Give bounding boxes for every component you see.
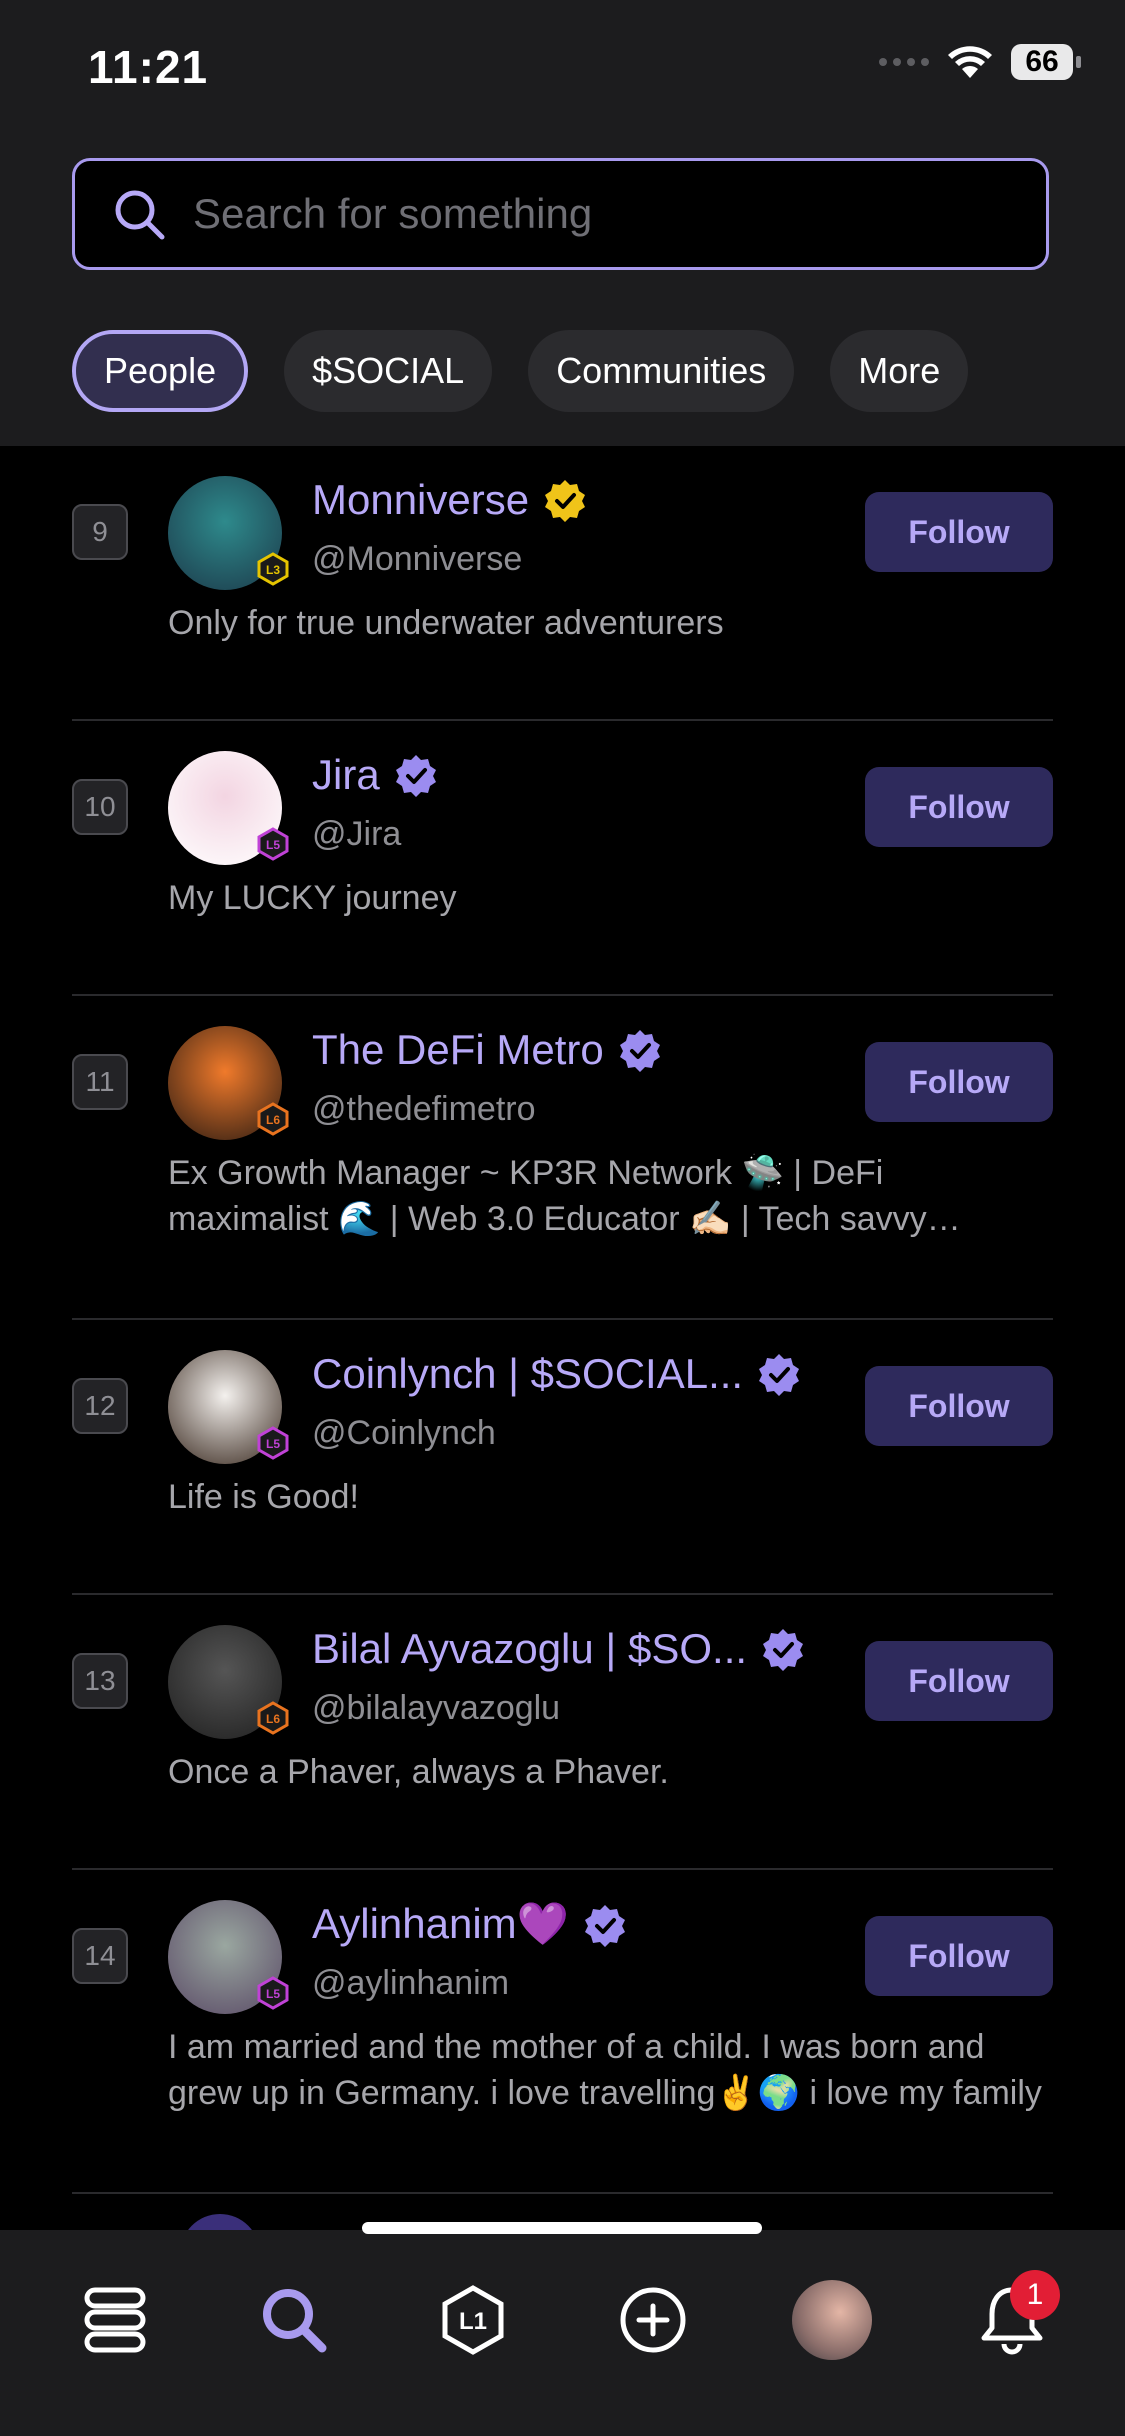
follow-button[interactable]: Follow <box>865 1366 1053 1446</box>
user-handle: @bilalayvazoglu <box>312 1689 561 1727</box>
follow-button[interactable]: Follow <box>865 492 1053 572</box>
chip-people[interactable]: People <box>72 330 249 412</box>
svg-text:L5: L5 <box>266 838 280 852</box>
bottom-tab-bar: L1 1 <box>0 2230 1125 2436</box>
display-name[interactable]: Coinlynch | $SOCIAL... <box>312 1350 743 1398</box>
tab-search[interactable] <box>244 2270 344 2370</box>
level-badge-icon: L6 <box>256 1102 290 1136</box>
rank-badge: 13 <box>72 1653 128 1709</box>
list-item[interactable]: 12 L5 Coinlynch | $SOCIAL... @Coinlynch … <box>72 1320 1053 1595</box>
name-line: Bilal Ayvazoglu | $SO... <box>312 1625 805 1673</box>
user-handle: @Monniverse <box>312 540 523 578</box>
user-handle: @aylinhanim <box>312 1964 510 2002</box>
name-line: Monniverse <box>312 476 587 524</box>
level-badge-icon: L5 <box>256 827 290 861</box>
verified-badge-icon <box>759 1354 800 1396</box>
plus-circle-icon <box>620 2287 686 2353</box>
rank-badge: 14 <box>72 1928 128 1984</box>
level-badge-icon: L5 <box>256 1426 290 1460</box>
user-handle: @Coinlynch <box>312 1414 496 1452</box>
name-line: Aylinhanim💜 <box>312 1900 627 1949</box>
battery-level: 66 <box>1025 45 1059 78</box>
display-name[interactable]: Jira <box>312 751 380 799</box>
user-bio: My LUCKY journey <box>168 879 457 917</box>
filter-chips: People $SOCIAL Communities More <box>72 330 969 412</box>
display-name[interactable]: Bilal Ayvazoglu | $SO... <box>312 1625 747 1673</box>
svg-text:L6: L6 <box>266 1113 280 1127</box>
user-handle: @Jira <box>312 815 402 853</box>
top-header: 11:21 66 People $SOCIAL Communities More <box>0 0 1125 446</box>
search-tab-icon <box>263 2289 327 2353</box>
level-badge-icon: L3 <box>256 552 290 586</box>
profile-avatar <box>792 2280 872 2360</box>
svg-text:L3: L3 <box>266 563 280 577</box>
svg-text:L1: L1 <box>459 2308 487 2335</box>
name-line: The DeFi Metro <box>312 1026 662 1074</box>
verified-badge-icon <box>395 755 436 797</box>
follow-button[interactable]: Follow <box>865 1042 1053 1122</box>
follow-button[interactable]: Follow <box>865 1641 1053 1721</box>
chip-communities[interactable]: Communities <box>528 330 795 412</box>
rank-badge: 9 <box>72 504 128 560</box>
search-icon <box>111 186 167 242</box>
tab-notifications[interactable]: 1 <box>962 2270 1062 2370</box>
status-icons: 66 <box>879 44 1081 80</box>
tab-feed[interactable] <box>65 2270 165 2370</box>
list-item[interactable]: 14 L5 Aylinhanim💜 @aylinhanim Follow I a… <box>72 1870 1053 2194</box>
notification-badge: 1 <box>1010 2270 1060 2320</box>
chip-social[interactable]: $SOCIAL <box>284 330 493 412</box>
list-item[interactable]: 13 L6 Bilal Ayvazoglu | $SO... @bilalayv… <box>72 1595 1053 1870</box>
search-bar[interactable] <box>72 158 1049 270</box>
tab-level[interactable]: L1 <box>423 2270 523 2370</box>
user-bio: Life is Good! <box>168 1478 359 1516</box>
tab-profile[interactable] <box>782 2270 882 2370</box>
user-bio: I am married and the mother of a child. … <box>168 2028 1042 2112</box>
people-results-list: 9 L3 Monniverse @Monniverse Follow Only … <box>0 446 1125 2194</box>
display-name[interactable]: Aylinhanim💜 <box>312 1900 569 1949</box>
battery-icon: 66 <box>1011 44 1081 80</box>
follow-button[interactable]: Follow <box>865 1916 1053 1996</box>
follow-button[interactable]: Follow <box>865 767 1053 847</box>
display-name[interactable]: The DeFi Metro <box>312 1026 604 1074</box>
search-input[interactable] <box>191 189 1046 239</box>
name-line: Jira <box>312 751 438 799</box>
user-handle: @thedefimetro <box>312 1090 536 1128</box>
name-line: Coinlynch | $SOCIAL... <box>312 1350 801 1398</box>
svg-text:L5: L5 <box>266 1987 280 2001</box>
verified-badge-icon <box>619 1030 660 1072</box>
verified-badge-icon <box>763 1629 804 1671</box>
display-name[interactable]: Monniverse <box>312 476 529 524</box>
home-indicator <box>362 2222 762 2234</box>
rank-badge: 10 <box>72 779 128 835</box>
svg-text:L5: L5 <box>266 1437 280 1451</box>
status-time: 11:21 <box>88 41 209 93</box>
verified-badge-icon <box>584 1904 625 1947</box>
list-item[interactable]: 11 L6 The DeFi Metro @thedefimetro Follo… <box>72 996 1053 1320</box>
rank-badge: 12 <box>72 1378 128 1434</box>
list-item[interactable]: 10 L5 Jira @Jira Follow My LUCKY journey <box>72 721 1053 996</box>
wifi-icon <box>948 46 992 78</box>
list-item[interactable]: 9 L3 Monniverse @Monniverse Follow Only … <box>72 446 1053 721</box>
level-badge-icon: L5 <box>256 1976 290 2010</box>
stack-icon <box>84 2287 146 2353</box>
level-badge-icon: L6 <box>256 1701 290 1735</box>
user-bio: Only for true underwater adventurers <box>168 604 724 642</box>
user-bio: Once a Phaver, always a Phaver. <box>168 1753 669 1791</box>
rank-badge: 11 <box>72 1054 128 1110</box>
level-hexagon-icon: L1 <box>442 2285 504 2355</box>
tab-create[interactable] <box>603 2270 703 2370</box>
chip-more[interactable]: More <box>830 330 969 412</box>
user-bio: Ex Growth Manager ~ KP3R Network 🛸 | DeF… <box>168 1154 927 1238</box>
signal-icon <box>879 58 929 66</box>
verified-badge-icon <box>545 480 586 522</box>
svg-text:L6: L6 <box>266 1712 280 1726</box>
